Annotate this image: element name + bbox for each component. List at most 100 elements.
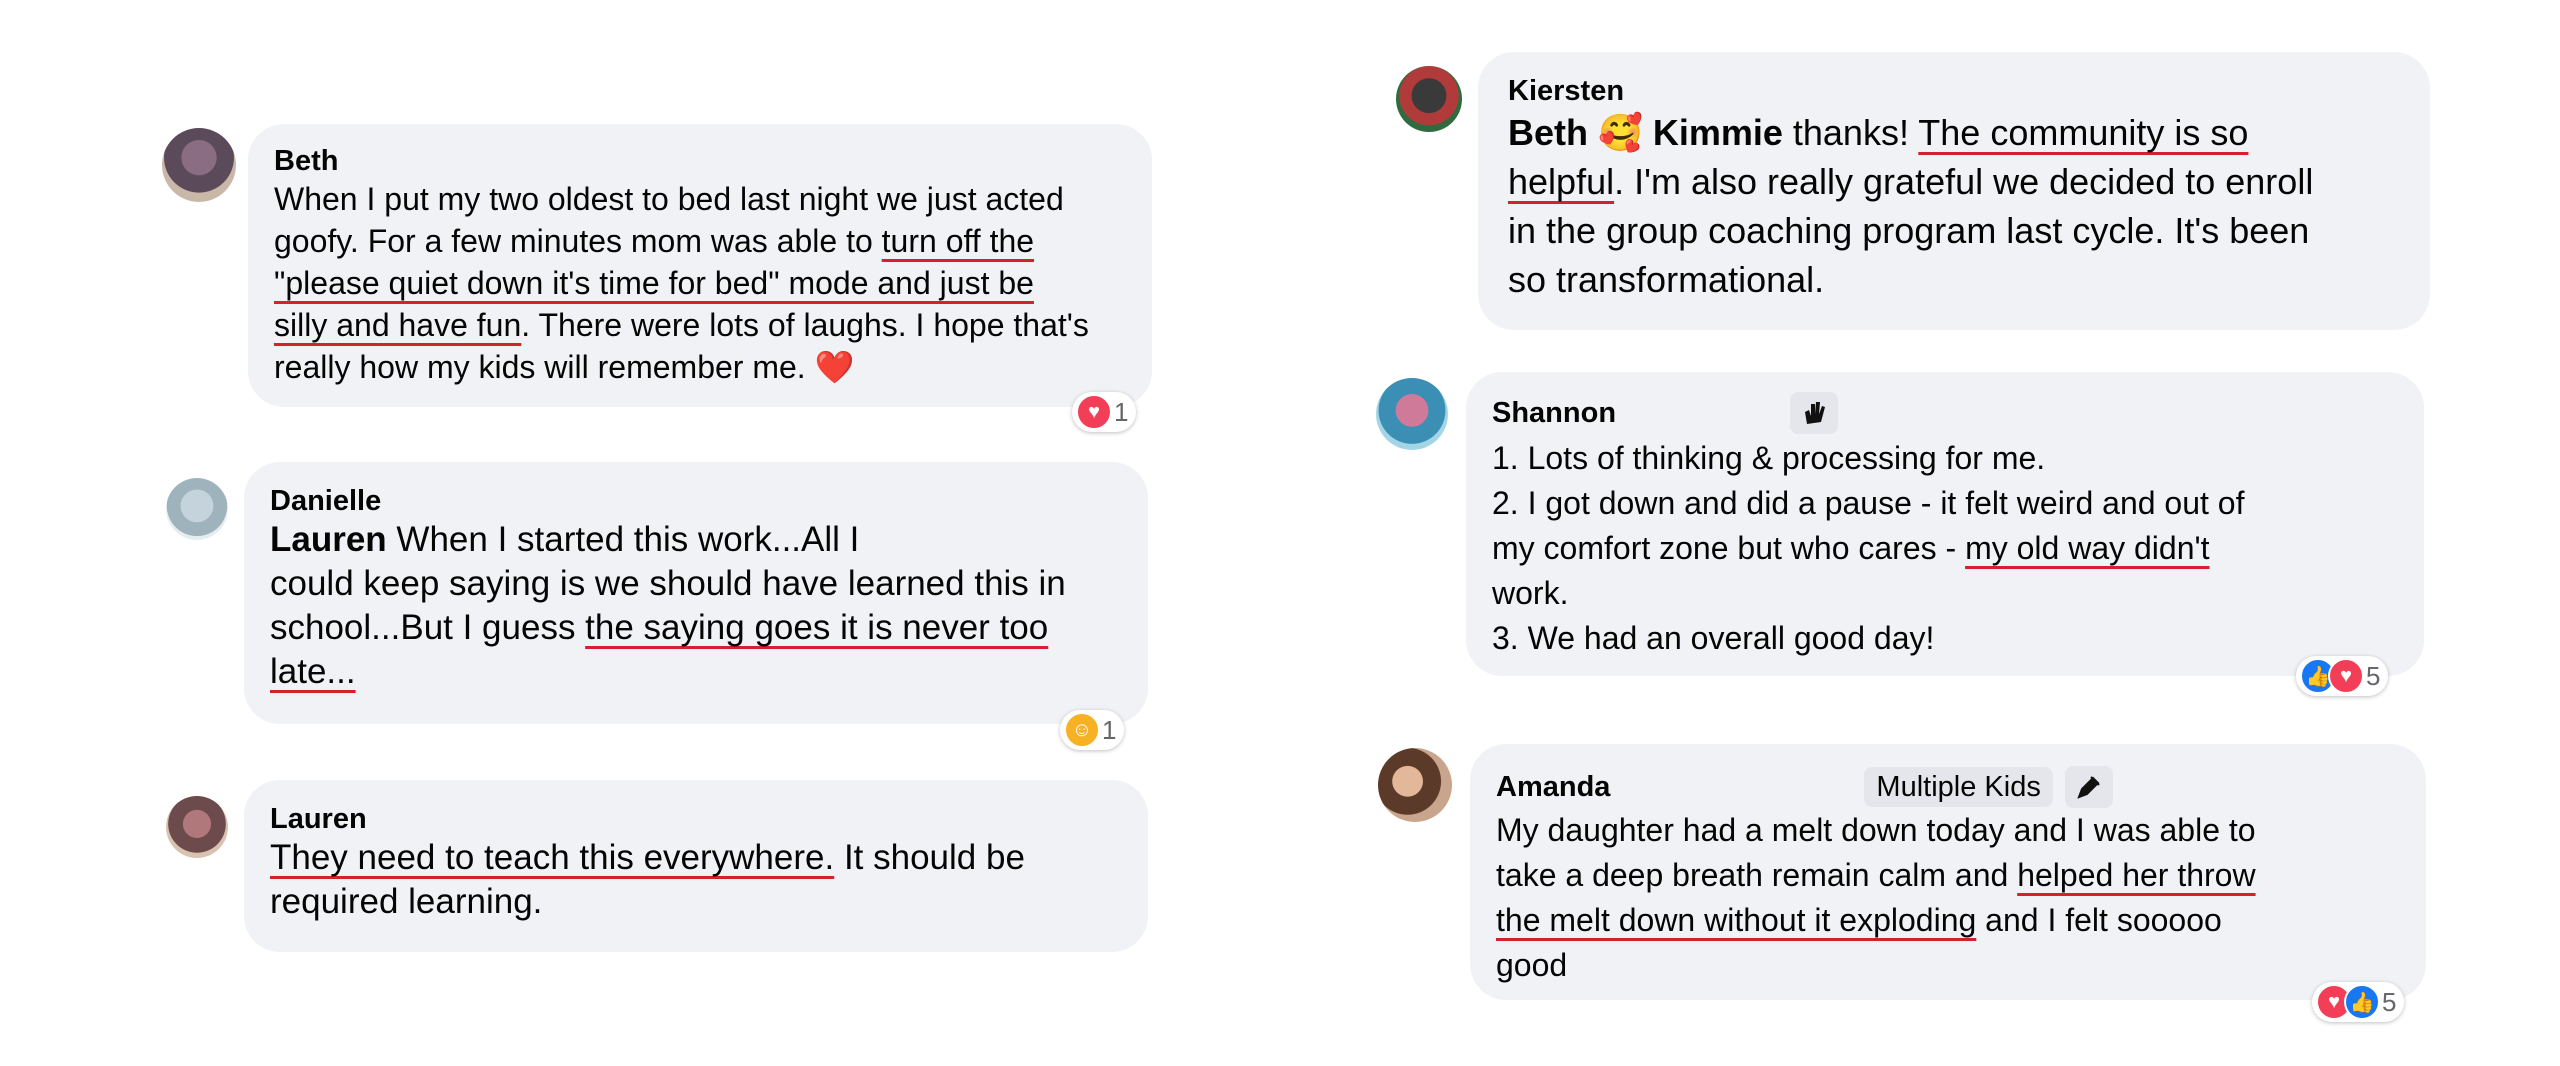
comment-text: Beth 🥰 Kimmie thanks! The community is s… xyxy=(1508,108,2430,304)
comment-text-line: work. xyxy=(1492,571,2424,616)
comment-text-line: take a deep breath remain calm and helpe… xyxy=(1496,853,2426,898)
text-segment: goofy. For a few minutes mom was able to xyxy=(274,223,882,259)
comment-text: My daughter had a melt down today and I … xyxy=(1496,808,2426,988)
highlighted-text: my old way didn't xyxy=(1965,530,2210,566)
comment-author[interactable]: Beth xyxy=(274,144,338,178)
text-segment: It should be xyxy=(834,838,1025,877)
comment-text-line: "please quiet down it's time for bed" mo… xyxy=(274,262,1152,304)
text-segment: good xyxy=(1496,947,1568,983)
reaction-summary[interactable]: ☺ 1 xyxy=(1060,710,1125,750)
mention-link[interactable]: Lauren xyxy=(270,520,387,559)
text-segment: and I felt sooooo xyxy=(1976,902,2222,938)
comment-bubble: Kiersten Beth 🥰 Kimmie thanks! The commu… xyxy=(1478,52,2430,330)
comment-text-line: When I put my two oldest to bed last nig… xyxy=(274,178,1152,220)
comment-author[interactable]: Amanda xyxy=(1496,770,1610,804)
text-segment: When I put my two oldest to bed last nig… xyxy=(274,181,1064,217)
comment-text-line: really how my kids will remember me. ❤️ xyxy=(274,346,1152,388)
comment-text-line: the melt down without it exploding and I… xyxy=(1496,898,2426,943)
avatar[interactable] xyxy=(1378,748,1452,822)
mention-link[interactable]: Beth xyxy=(1508,112,1588,153)
text-segment: required learning. xyxy=(270,882,543,921)
comment-text-line: My daughter had a melt down today and I … xyxy=(1496,808,2426,853)
text-segment: 🥰 xyxy=(1588,112,1653,153)
comment-text: They need to teach this everywhere. It s… xyxy=(270,836,1148,924)
comment-text: Lauren When I started this work...All Ic… xyxy=(270,518,1148,694)
comment-text-line: silly and have fun. There were lots of l… xyxy=(274,304,1152,346)
reaction-count: 1 xyxy=(1114,396,1129,427)
highlighted-text: the saying goes it is never too xyxy=(585,608,1049,647)
text-segment: . I'm also really grateful we decided to… xyxy=(1614,161,2314,202)
text-segment: my comfort zone but who cares - xyxy=(1492,530,1966,566)
author-badge[interactable]: Multiple Kids xyxy=(1864,767,2053,807)
comment-bubble: Danielle Lauren When I started this work… xyxy=(244,462,1148,724)
text-segment: 2. I got down and did a pause - it felt … xyxy=(1492,485,2245,521)
comment-text-line: They need to teach this everywhere. It s… xyxy=(270,836,1148,880)
comment-text-line: 3. We had an overall good day! xyxy=(1492,616,2424,661)
comment-bubble: Lauren They need to teach this everywher… xyxy=(244,780,1148,952)
mention-link[interactable]: Kimmie xyxy=(1653,112,1783,153)
comment-author[interactable]: Kiersten xyxy=(1508,74,1624,108)
text-segment: work. xyxy=(1492,575,1569,611)
reaction-summary[interactable]: ♥ 👍 5 xyxy=(2312,982,2405,1022)
avatar[interactable] xyxy=(166,478,228,540)
comment-author[interactable]: Shannon xyxy=(1492,396,1616,430)
pen-icon xyxy=(2064,766,2113,808)
comment-header: Shannon xyxy=(1492,392,2424,434)
comment-text-line: late... xyxy=(270,650,1148,694)
comment-text-line: in the group coaching program last cycle… xyxy=(1508,206,2430,255)
avatar[interactable] xyxy=(1396,66,1462,132)
comment-bubble: Amanda Multiple Kids My daughter had a m… xyxy=(1470,744,2426,1000)
comment-text-line: goofy. For a few minutes mom was able to… xyxy=(274,220,1152,262)
text-segment: 3. We had an overall good day! xyxy=(1492,620,1935,656)
comment-text-line: 2. I got down and did a pause - it felt … xyxy=(1492,481,2424,526)
avatar[interactable] xyxy=(1376,378,1448,450)
comment-header: Amanda Multiple Kids xyxy=(1496,766,2426,808)
reaction-count: 5 xyxy=(2382,986,2397,1017)
comment-text-line: required learning. xyxy=(270,880,1148,924)
care-icon: ☺ xyxy=(1064,712,1100,748)
like-icon: 👍 xyxy=(2344,984,2380,1020)
love-icon: ♥ xyxy=(2328,658,2364,694)
text-segment: school...But I guess xyxy=(270,608,586,647)
highlighted-text: "please quiet down it's time for bed" mo… xyxy=(274,265,1034,301)
comment-text-line: helpful. I'm also really grateful we dec… xyxy=(1508,157,2430,206)
highlighted-text: the melt down without it exploding xyxy=(1496,902,1977,938)
comment-text-line: good xyxy=(1496,943,2426,988)
comment-text-line: could keep saying is we should have lear… xyxy=(270,562,1148,606)
highlighted-text: late... xyxy=(270,652,356,691)
avatar[interactable] xyxy=(166,796,228,858)
love-icon: ♥ xyxy=(1076,394,1112,430)
comment-bubble: Beth When I put my two oldest to bed las… xyxy=(248,124,1152,407)
highlighted-text: helpful xyxy=(1508,161,1615,202)
comment-text-line: so transformational. xyxy=(1508,255,2430,304)
highlighted-text: helped her throw xyxy=(2017,857,2256,893)
reaction-summary[interactable]: ♥ 1 xyxy=(1072,392,1137,432)
text-segment: 1. Lots of thinking & processing for me. xyxy=(1492,440,2046,476)
text-segment: When I started this work...All I xyxy=(386,520,860,559)
avatar[interactable] xyxy=(162,128,236,202)
text-segment: thanks! xyxy=(1782,112,1919,153)
comment-text: 1. Lots of thinking & processing for me.… xyxy=(1492,436,2424,661)
text-segment: so transformational. xyxy=(1508,259,1825,300)
comment-text-line: Beth 🥰 Kimmie thanks! The community is s… xyxy=(1508,108,2430,157)
highlighted-text: silly and have fun xyxy=(274,307,522,343)
comment-author[interactable]: Danielle xyxy=(270,484,381,518)
text-segment: . There were lots of laughs. I hope that… xyxy=(521,307,1089,343)
highlighted-text: The community is so xyxy=(1918,112,2249,153)
text-segment: really how my kids will remember me. ❤️ xyxy=(274,349,855,385)
comment-author[interactable]: Lauren xyxy=(270,802,367,836)
highlighted-text: They need to teach this everywhere. xyxy=(270,838,835,877)
reaction-count: 1 xyxy=(1102,714,1117,745)
comment-text: When I put my two oldest to bed last nig… xyxy=(274,178,1152,388)
reaction-summary[interactable]: 👍 ♥ 5 xyxy=(2296,656,2389,696)
text-segment: could keep saying is we should have lear… xyxy=(270,564,1066,603)
reaction-count: 5 xyxy=(2366,660,2381,691)
highlighted-text: turn off the xyxy=(881,223,1035,259)
text-segment: in the group coaching program last cycle… xyxy=(1508,210,2310,251)
text-segment: take a deep breath remain calm and xyxy=(1496,857,2018,893)
text-segment: My daughter had a melt down today and I … xyxy=(1496,812,2256,848)
comment-text-line: school...But I guess the saying goes it … xyxy=(270,606,1148,650)
comment-bubble: Shannon 1. Lots of thinking & processing… xyxy=(1466,372,2424,676)
comment-text-line: Lauren When I started this work...All I xyxy=(270,518,1148,562)
comment-text-line: my comfort zone but who cares - my old w… xyxy=(1492,526,2424,571)
